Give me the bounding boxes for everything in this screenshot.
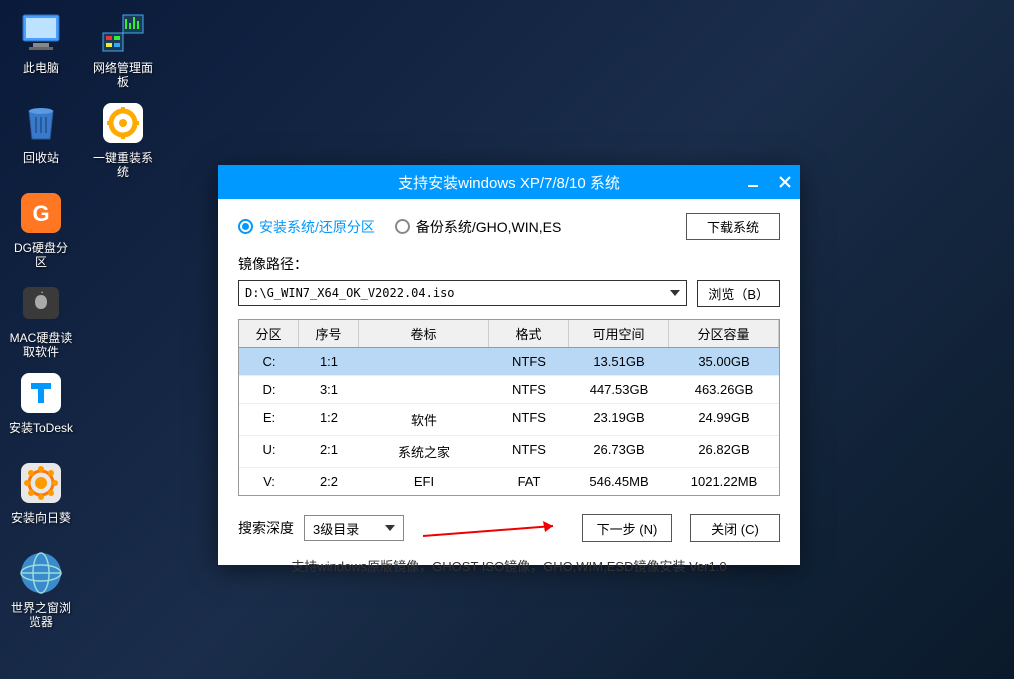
- desktop-icon-label: 网络管理面板: [91, 61, 155, 89]
- pc-icon: [17, 9, 65, 57]
- close-action-button[interactable]: 关闭 (C): [690, 514, 780, 542]
- header-partition: 分区: [239, 320, 299, 347]
- header-label: 卷标: [359, 320, 489, 347]
- desktop-icon-recycle-bin[interactable]: 回收站: [5, 95, 77, 175]
- arrow-annotation-icon: [423, 520, 563, 540]
- header-seq: 序号: [299, 320, 359, 347]
- desktop-icon-label: MAC硬盘读取软件: [9, 331, 73, 359]
- radio-install-restore[interactable]: 安装系统/还原分区: [238, 217, 375, 237]
- installer-window: 支持安装windows XP/7/8/10 系统 安装系统/还原分区 备份系统/…: [218, 165, 800, 565]
- download-system-button[interactable]: 下载系统: [686, 213, 780, 240]
- desktop-icon-netpanel[interactable]: 网络管理面板: [87, 5, 159, 85]
- desktop-icon-this-pc[interactable]: 此电脑: [5, 5, 77, 85]
- header-format: 格式: [489, 320, 569, 347]
- bin-icon: [17, 99, 65, 147]
- next-button[interactable]: 下一步 (N): [582, 514, 672, 542]
- desktop-icon-reinstall[interactable]: 一键重装系统: [87, 95, 159, 175]
- image-path-value: D:\G_WIN7_X64_OK_V2022.04.iso: [245, 286, 455, 300]
- todesk-icon: [17, 369, 65, 417]
- depth-value: 3级目录: [313, 519, 359, 538]
- desktop-icon-label: DG硬盘分区: [9, 241, 73, 269]
- sunflower-icon: [17, 459, 65, 507]
- header-free: 可用空间: [569, 320, 669, 347]
- search-depth-label: 搜索深度: [238, 518, 294, 538]
- desktop-icon-label: 此电脑: [23, 61, 59, 75]
- radio-icon: [395, 219, 410, 234]
- desktop-icons-area: 此电脑 回收站 G DG硬盘分区 MAC硬盘读取软件 安装ToDesk 安装向日…: [5, 5, 159, 675]
- title-controls: [746, 175, 792, 189]
- image-path-dropdown[interactable]: D:\G_WIN7_X64_OK_V2022.04.iso: [238, 280, 687, 306]
- image-path-label: 镜像路径：: [238, 254, 780, 274]
- radio-label: 备份系统/GHO,WIN,ES: [416, 217, 561, 237]
- table-row[interactable]: U: 2:1 系统之家 NTFS 26.73GB 26.82GB: [239, 436, 779, 468]
- mode-radio-group: 安装系统/还原分区 备份系统/GHO,WIN,ES 下载系统: [238, 213, 780, 240]
- radio-backup[interactable]: 备份系统/GHO,WIN,ES: [395, 217, 561, 237]
- table-row[interactable]: V: 2:2 EFI FAT 546.45MB 1021.22MB: [239, 468, 779, 495]
- desktop-icon-mac-disk[interactable]: MAC硬盘读取软件: [5, 275, 77, 355]
- path-row: D:\G_WIN7_X64_OK_V2022.04.iso 浏览（B）: [238, 280, 780, 307]
- desktop-icon-todesk[interactable]: 安装ToDesk: [5, 365, 77, 445]
- table-row[interactable]: D: 3:1 NTFS 447.53GB 463.26GB: [239, 376, 779, 404]
- browse-button[interactable]: 浏览（B）: [697, 280, 780, 307]
- dg-icon: G: [17, 189, 65, 237]
- mac-icon: [17, 279, 65, 327]
- reinstall-icon: [99, 99, 147, 147]
- chevron-down-icon: [385, 525, 395, 531]
- desktop-icon-label: 世界之窗浏览器: [9, 601, 73, 629]
- close-button[interactable]: [778, 175, 792, 189]
- desktop-icon-label: 一键重装系统: [91, 151, 155, 179]
- desktop-icon-browser[interactable]: 世界之窗浏览器: [5, 545, 77, 625]
- table-row[interactable]: E: 1:2 软件 NTFS 23.19GB 24.99GB: [239, 404, 779, 436]
- browser-icon: [17, 549, 65, 597]
- search-depth-select[interactable]: 3级目录: [304, 515, 404, 541]
- svg-text:G: G: [32, 201, 49, 226]
- table-row[interactable]: C: 1:1 NTFS 13.51GB 35.00GB: [239, 348, 779, 376]
- footer-text: 支持windows原版镜像，GHOST ISO镜像，GHO,WIM,ESD镜像安…: [238, 556, 780, 575]
- bottom-controls: 搜索深度 3级目录 下一步 (N) 关闭 (C): [238, 514, 780, 542]
- table-header: 分区 序号 卷标 格式 可用空间 分区容量: [239, 320, 779, 348]
- netpanel-icon: [99, 9, 147, 57]
- partition-table: 分区 序号 卷标 格式 可用空间 分区容量 C: 1:1 NTFS 13.51G…: [238, 319, 780, 496]
- titlebar[interactable]: 支持安装windows XP/7/8/10 系统: [218, 165, 800, 199]
- radio-icon: [238, 219, 253, 234]
- minimize-button[interactable]: [746, 175, 760, 189]
- window-body: 安装系统/还原分区 备份系统/GHO,WIN,ES 下载系统 镜像路径： D:\…: [218, 199, 800, 585]
- header-size: 分区容量: [669, 320, 779, 347]
- radio-label: 安装系统/还原分区: [259, 217, 375, 237]
- window-title: 支持安装windows XP/7/8/10 系统: [398, 172, 620, 193]
- desktop-icon-label: 安装向日葵: [11, 511, 71, 525]
- desktop-icon-label: 回收站: [23, 151, 59, 165]
- desktop-icon-dg-partition[interactable]: G DG硬盘分区: [5, 185, 77, 265]
- chevron-down-icon: [670, 290, 680, 296]
- desktop-icon-label: 安装ToDesk: [9, 421, 73, 435]
- desktop-icon-sunflower[interactable]: 安装向日葵: [5, 455, 77, 535]
